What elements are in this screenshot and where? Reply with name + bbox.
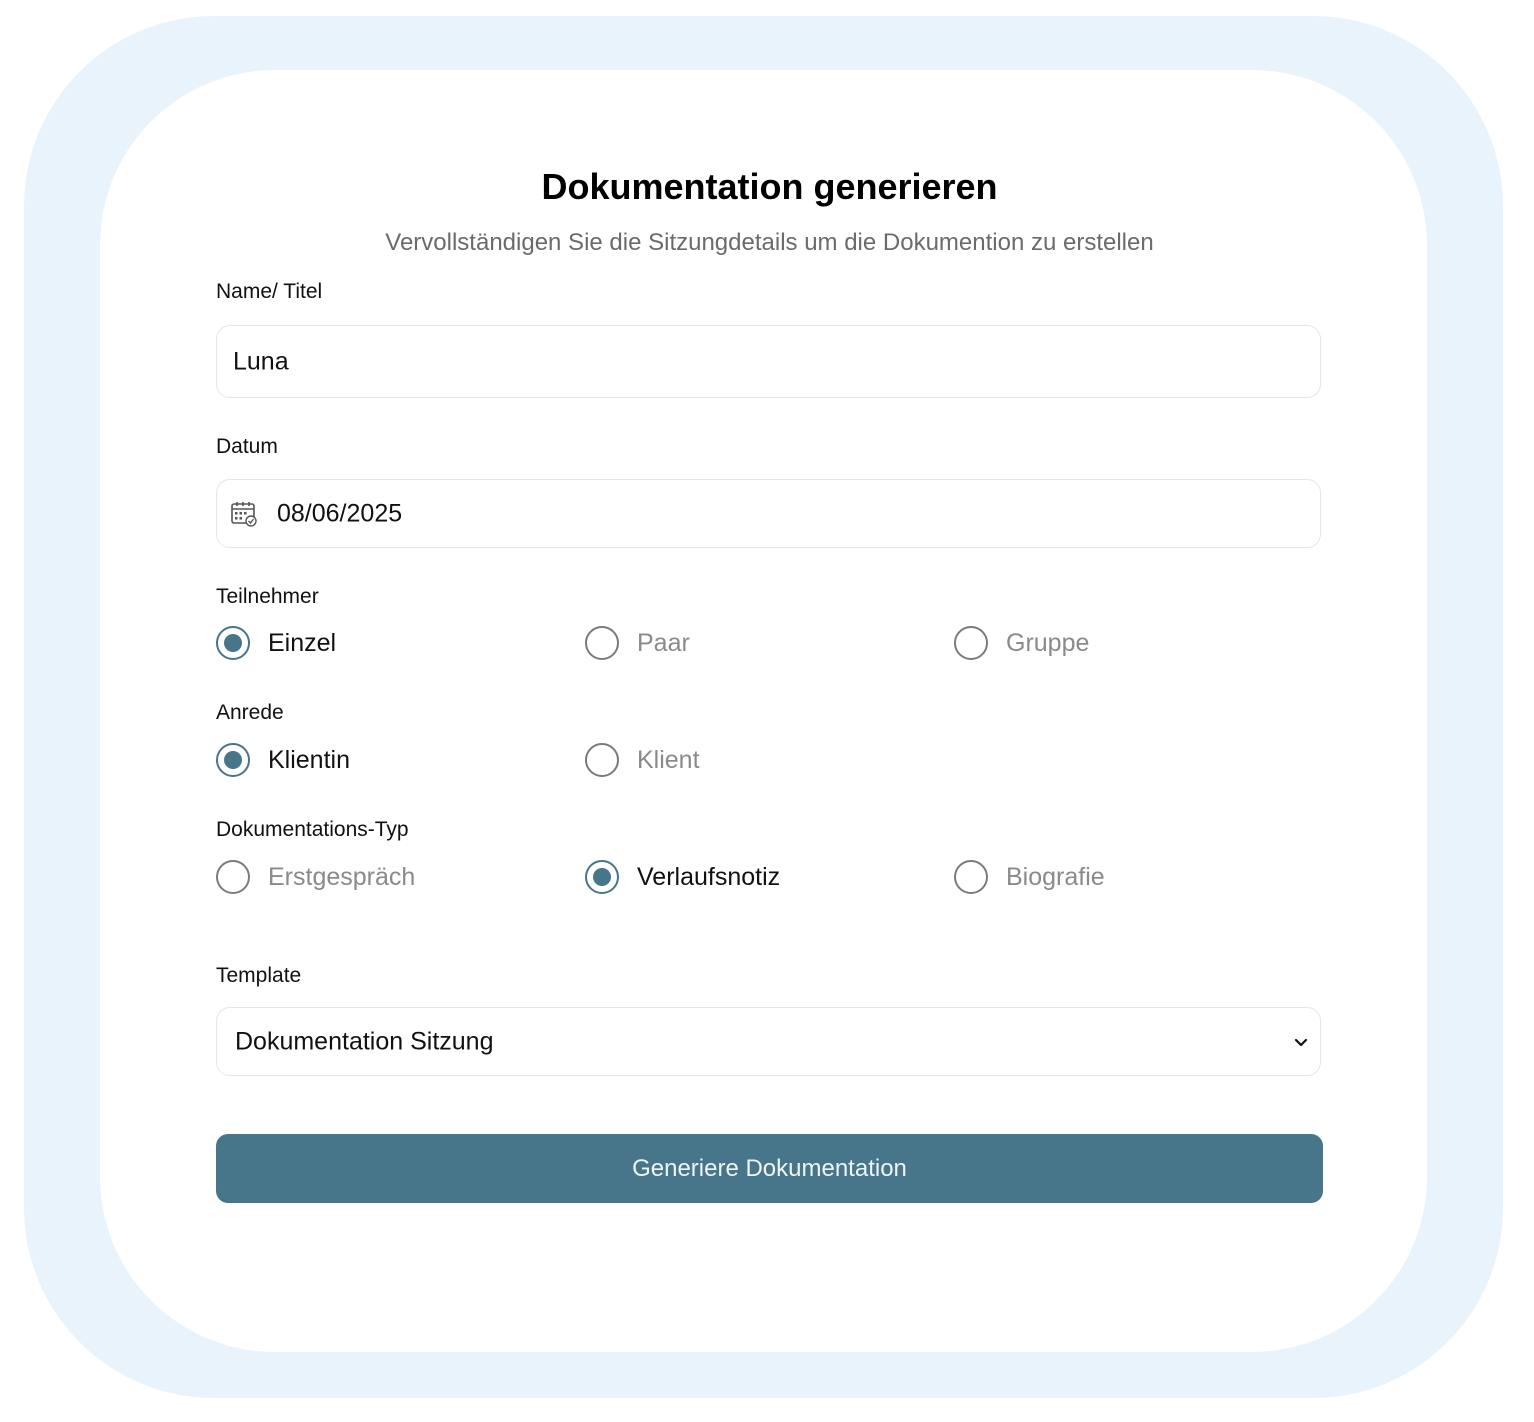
radio-einzel-circle[interactable] [216,626,250,660]
participants-label: Teilnehmer [216,585,319,608]
radio-biografie-label: Biografie [1006,862,1105,891]
radio-klient[interactable]: Klient [585,743,700,777]
radio-klientin[interactable]: Klientin [216,743,350,777]
radio-klientin-circle[interactable] [216,743,250,777]
radio-biografie-circle[interactable] [954,860,988,894]
template-select[interactable]: Dokumentation Sitzung [216,1007,1321,1076]
salutation-label: Anrede [216,701,284,724]
radio-erstgespraech-circle[interactable] [216,860,250,894]
date-input[interactable]: 08/06/2025 [216,479,1321,548]
page-title: Dokumentation generieren [541,166,998,207]
radio-erstgespraech[interactable]: Erstgespräch [216,860,415,894]
radio-klient-circle[interactable] [585,743,619,777]
calendar-icon[interactable] [230,500,258,528]
radio-einzel-label: Einzel [268,628,337,657]
radio-paar-label: Paar [637,628,690,657]
radio-klient-label: Klient [637,745,700,774]
radio-gruppe[interactable]: Gruppe [954,626,1089,660]
template-select-value: Dokumentation Sitzung [235,1027,494,1055]
chevron-down-icon[interactable] [1294,1036,1308,1048]
date-label: Datum [216,435,278,458]
page-subtitle: Vervollständigen Sie die Sitzungdetails … [385,229,1154,256]
doc-type-label: Dokumentations-Typ [216,818,409,841]
radio-biografie[interactable]: Biografie [954,860,1105,894]
date-input-value: 08/06/2025 [277,499,403,527]
name-input[interactable]: Luna [216,325,1321,398]
template-label: Template [216,964,302,987]
radio-einzel[interactable]: Einzel [216,626,336,660]
name-label: Name/ Titel [216,280,323,303]
radio-verlaufsnotiz-circle[interactable] [585,860,619,894]
radio-paar-circle[interactable] [585,626,619,660]
generate-documentation-button[interactable]: Generiere Dokumentation [216,1134,1323,1203]
name-input-value: Luna [233,347,289,375]
radio-verlaufsnotiz-label: Verlaufsnotiz [637,862,781,891]
radio-verlaufsnotiz[interactable]: Verlaufsnotiz [585,860,780,894]
radio-gruppe-circle[interactable] [954,626,988,660]
radio-paar[interactable]: Paar [585,626,690,660]
radio-gruppe-label: Gruppe [1006,628,1090,657]
radio-erstgespraech-label: Erstgespräch [268,862,416,891]
radio-klientin-label: Klientin [268,745,350,774]
